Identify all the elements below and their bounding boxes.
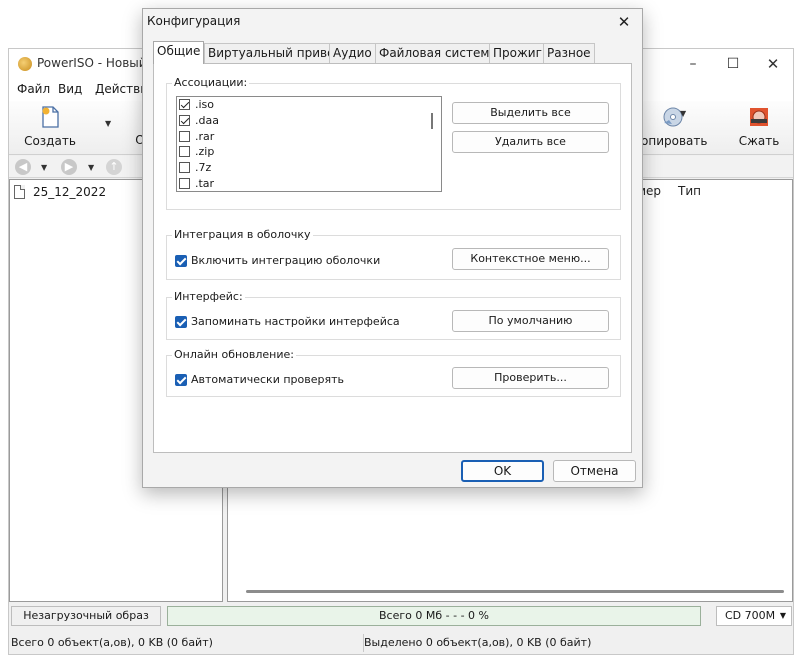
copy-dropdown-icon[interactable]: ▼: [680, 109, 686, 118]
list-item[interactable]: .iso: [177, 97, 441, 113]
extension-label: .tar: [195, 176, 215, 190]
configuration-dialog: Конфигурация ✕ Общие Виртуальный привод …: [142, 8, 643, 488]
associations-list[interactable]: .iso .daa .rar .zip .7z .tar: [176, 96, 442, 192]
forward-arrow-icon[interactable]: ▶: [61, 159, 77, 175]
media-size-value: CD 700M: [725, 609, 776, 622]
interface-title: Интерфейс:: [172, 290, 245, 303]
association-checkbox[interactable]: [179, 162, 190, 174]
defaults-button[interactable]: По умолчанию: [452, 310, 609, 332]
back-arrow-icon[interactable]: ◀: [15, 159, 31, 175]
list-item[interactable]: .daa: [177, 113, 441, 129]
shell-integration-group: Интеграция в оболочку Включить интеграци…: [166, 228, 621, 280]
tab-file-system[interactable]: Файловая система: [375, 43, 501, 63]
shell-integration-label[interactable]: Включить интеграцию оболочки: [191, 254, 380, 267]
maximize-button[interactable]: ☐: [713, 53, 753, 75]
back-dropdown-icon[interactable]: ▼: [41, 163, 47, 172]
chevron-down-icon: ▼: [779, 611, 786, 620]
tree-item-label: 25_12_2022: [33, 185, 107, 199]
select-all-button[interactable]: Выделить все: [452, 102, 609, 124]
minimize-button[interactable]: –: [673, 53, 713, 75]
shell-integration-checkbox[interactable]: [175, 255, 187, 267]
horizontal-scrollbar[interactable]: [246, 590, 784, 593]
cancel-button[interactable]: Отмена: [553, 460, 636, 482]
associations-group: Ассоциации: .iso .daa .rar .zip .7z .tar…: [166, 76, 621, 210]
association-checkbox[interactable]: [179, 130, 190, 142]
create-label: Создать: [24, 134, 76, 148]
close-main-button[interactable]: ✕: [753, 53, 793, 75]
tab-virtual-drive[interactable]: Виртуальный привод: [204, 43, 347, 63]
menu-file[interactable]: Файл: [17, 82, 50, 96]
association-checkbox[interactable]: [179, 146, 190, 158]
interface-group: Интерфейс: Запоминать настройки интерфей…: [166, 290, 621, 340]
online-update-title: Онлайн обновление:: [172, 348, 296, 361]
ok-button[interactable]: OK: [461, 460, 544, 482]
dialog-close-button[interactable]: ✕: [612, 11, 636, 33]
list-item[interactable]: .zip: [177, 144, 441, 160]
compress-icon: [750, 108, 768, 126]
tab-burning[interactable]: Прожиг: [489, 43, 546, 63]
menu-view[interactable]: Вид: [58, 82, 82, 96]
status-bar-bottom: Всего 0 объект(а,ов), 0 KB (0 байт) Выде…: [9, 632, 794, 654]
association-checkbox[interactable]: [179, 115, 190, 127]
column-type[interactable]: Тип: [678, 184, 701, 198]
tab-audio[interactable]: Аудио: [329, 43, 376, 63]
dialog-title: Конфигурация: [147, 14, 241, 28]
forward-dropdown-icon[interactable]: ▼: [88, 163, 94, 172]
remember-interface-checkbox[interactable]: [175, 316, 187, 328]
online-update-group: Онлайн обновление: Автоматически проверя…: [166, 348, 621, 397]
up-folder-icon[interactable]: ↑: [106, 159, 122, 175]
compress-button[interactable]: Сжать: [735, 103, 783, 148]
list-scrollbar[interactable]: [431, 113, 433, 129]
tab-misc[interactable]: Разное: [543, 43, 595, 63]
check-now-button[interactable]: Проверить...: [452, 367, 609, 389]
associations-title: Ассоциации:: [172, 76, 250, 89]
shell-integration-title: Интеграция в оболочку: [172, 228, 313, 241]
general-tab-page: Ассоциации: .iso .daa .rar .zip .7z .tar…: [153, 63, 632, 453]
list-item[interactable]: .7z: [177, 160, 441, 176]
extension-label: .iso: [195, 98, 215, 112]
tree-item[interactable]: 25_12_2022: [14, 183, 106, 201]
copy-label: опировать: [641, 134, 708, 148]
create-dropdown-icon[interactable]: ▼: [105, 119, 111, 128]
file-icon: [14, 185, 25, 199]
extension-label: .7z: [195, 161, 212, 175]
remember-interface-label[interactable]: Запоминать настройки интерфейса: [191, 315, 400, 328]
list-item[interactable]: .rar: [177, 128, 441, 144]
association-checkbox[interactable]: [179, 99, 190, 111]
tab-general[interactable]: Общие: [153, 41, 205, 64]
association-checkbox[interactable]: [179, 177, 190, 189]
extension-label: .daa: [195, 114, 219, 128]
auto-check-label[interactable]: Автоматически проверять: [191, 373, 344, 386]
list-item[interactable]: .tar: [177, 175, 441, 191]
total-objects-status: Всего 0 объект(а,ов), 0 KB (0 байт): [9, 634, 364, 652]
context-menu-button[interactable]: Контекстное меню...: [452, 248, 609, 270]
new-document-icon: [42, 106, 59, 128]
create-button[interactable]: Создать: [23, 103, 77, 148]
compress-label: Сжать: [738, 134, 780, 148]
status-bar-top: Незагрузочный образ Всего 0 Мб - - - 0 %…: [9, 605, 793, 629]
image-type-status: Незагрузочный образ: [11, 606, 161, 626]
media-size-select[interactable]: CD 700M ▼: [716, 606, 792, 626]
extension-label: .zip: [195, 145, 215, 159]
poweriso-logo-icon: [18, 57, 32, 71]
size-progress-bar: Всего 0 Мб - - - 0 %: [167, 606, 701, 626]
copy-button[interactable]: опировать: [641, 103, 708, 148]
auto-check-checkbox[interactable]: [175, 374, 187, 386]
selected-objects-status: Выделено 0 объект(а,ов), 0 KB (0 байт): [364, 634, 794, 652]
extension-label: .rar: [195, 129, 215, 143]
remove-all-button[interactable]: Удалить все: [452, 131, 609, 153]
